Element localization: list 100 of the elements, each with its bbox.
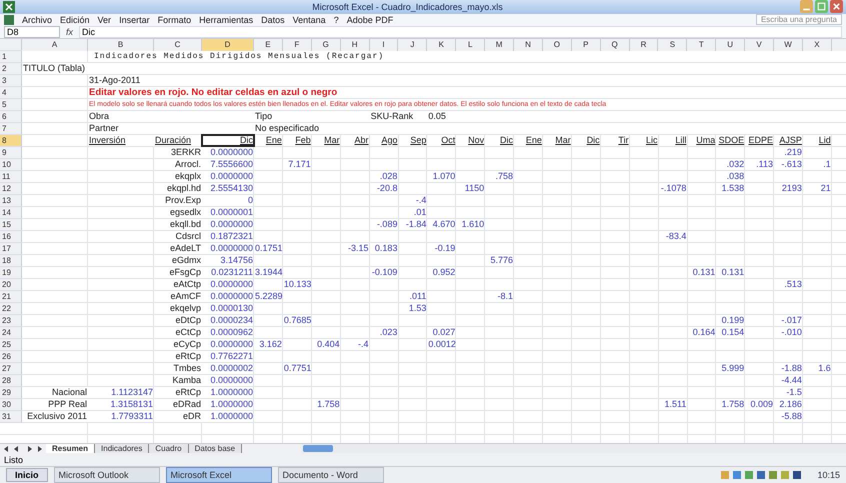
table-cell-text: .01	[412, 206, 428, 218]
table-cell: 0.0012	[427, 338, 456, 350]
row-header[interactable]: 7	[0, 122, 22, 135]
menu-item[interactable]: Archivo	[22, 14, 52, 25]
function-label[interactable]: fx	[66, 26, 74, 37]
table-cell-text: -4.44	[780, 374, 803, 386]
menu-item[interactable]: ?	[334, 14, 339, 25]
table-cell-text: 0.183	[374, 242, 398, 254]
row-header[interactable]: 15	[0, 218, 22, 231]
workbook-icon[interactable]	[4, 14, 14, 25]
table-cell-text: 0.0000234	[209, 314, 254, 326]
menu-item[interactable]: Datos	[261, 14, 285, 25]
row-header[interactable]: 24	[0, 326, 22, 339]
table-cell-text: 0.164	[692, 326, 716, 338]
menu-item[interactable]: Edición	[60, 14, 90, 25]
menu-item[interactable]: Adobe PDF	[346, 14, 394, 25]
row-header[interactable]: 18	[0, 254, 22, 267]
row-header[interactable]: 9	[0, 146, 22, 159]
table-cell-text: -8.1	[496, 290, 514, 302]
table-cell-text: -.1078	[660, 182, 688, 194]
table-cell-text: 1.538	[720, 182, 746, 194]
menu-item[interactable]: Herramientas	[199, 14, 254, 25]
row-header[interactable]: 3	[0, 74, 22, 87]
row-header[interactable]: 21	[0, 290, 22, 303]
row-header[interactable]: 4	[0, 86, 22, 99]
table-cell: 3.1944	[254, 266, 283, 278]
close-icon[interactable]	[830, 0, 843, 14]
formula-field[interactable]: Dic	[79, 26, 842, 38]
table-cell-text: -0.109	[370, 266, 398, 278]
start-button[interactable]: Inicio	[6, 468, 48, 482]
table-cell-text: 1.758	[316, 398, 341, 410]
table-cell-text: Sep	[409, 134, 428, 146]
table-cell-text: -20.8	[376, 182, 398, 194]
row-header[interactable]: 10	[0, 158, 22, 171]
table-cell-text: 7.5556600	[209, 158, 254, 170]
taskbar-button[interactable]: Microsoft Excel	[166, 467, 272, 483]
taskbar-button[interactable]: Microsoft Outlook	[54, 467, 160, 483]
window-title: Microsoft Excel - Cuadro_Indicadores_mayo.xls	[311, 2, 504, 12]
table-cell-text: 0.0000001	[209, 206, 254, 218]
menu-item[interactable]: Ventana	[292, 14, 326, 25]
table-cell-text: -1.5	[785, 386, 803, 398]
menu-item[interactable]: Insertar	[119, 14, 150, 25]
row-header[interactable]: 6	[0, 110, 22, 123]
table-cell-text: 5.776	[489, 254, 514, 266]
table-cell: Indicadores Medidos Dirigidos Mensuales (Recargar)	[88, 50, 832, 62]
menu-item[interactable]: Ver	[98, 14, 112, 25]
row-header[interactable]: 14	[0, 206, 22, 219]
row-header[interactable]: 30	[0, 398, 22, 411]
row-header[interactable]: 13	[0, 194, 22, 207]
table-cell-text: Uma	[695, 134, 716, 146]
minimize-icon[interactable]	[800, 0, 813, 14]
sheet-tab[interactable]: Datos base	[188, 444, 242, 454]
row-header[interactable]: 26	[0, 350, 22, 363]
horizontal-scrollbar[interactable]	[302, 444, 846, 454]
table-cell-text: Mar	[554, 134, 572, 146]
row-header[interactable]: 17	[0, 242, 22, 255]
row-header[interactable]: 22	[0, 302, 22, 315]
table-cell: Obra	[88, 110, 254, 122]
table-cell-text: .038	[726, 170, 746, 182]
table-cell-text: 0.009	[750, 398, 774, 410]
row-header[interactable]: 25	[0, 338, 22, 351]
sheet-tab[interactable]: Cuadro	[149, 444, 189, 454]
table-cell-text: -1.88	[780, 362, 803, 374]
row-header[interactable]: 11	[0, 170, 22, 183]
name-box[interactable]: D8	[4, 26, 60, 38]
row-header[interactable]: 19	[0, 266, 22, 279]
row-header[interactable]: 20	[0, 278, 22, 291]
row-header[interactable]: 2	[0, 62, 22, 75]
table-cell-text: .513	[783, 278, 803, 290]
table-cell-text: 0.0000000	[209, 374, 254, 386]
table-cell-text: Tir	[617, 134, 630, 146]
row-header[interactable]: 16	[0, 230, 22, 243]
table-cell-text: 1.070	[432, 170, 456, 182]
sheet-tab[interactable]: Resumen	[46, 444, 96, 454]
taskbar-button[interactable]: Documento - Word	[278, 467, 384, 483]
help-field[interactable]: Escriba una pregunta	[756, 14, 842, 26]
column-header[interactable]: A	[22, 38, 88, 51]
table-cell-text: 0.027	[432, 326, 456, 338]
row-header[interactable]: 31	[0, 410, 22, 423]
row-header[interactable]: 27	[0, 362, 22, 375]
maximize-icon[interactable]	[815, 0, 828, 14]
row-header[interactable]: 1	[0, 50, 22, 63]
row-header[interactable]: 23	[0, 314, 22, 327]
table-cell-text: 2193	[780, 182, 803, 194]
table-cell-text: 1.0000000	[209, 410, 254, 422]
table-cell-text: .758	[494, 170, 514, 182]
sheet-tab[interactable]: Indicadores	[95, 444, 150, 454]
row-header[interactable]: 8	[0, 134, 22, 147]
table-cell-text: Ene	[524, 134, 543, 146]
table-cell: Tipo	[254, 110, 370, 122]
column-header[interactable]: D	[202, 38, 254, 51]
row-header[interactable]: 5	[0, 98, 22, 111]
row-header[interactable]: 12	[0, 182, 22, 195]
table-cell-text: -3.15	[347, 242, 370, 254]
menu-item[interactable]: Formato	[158, 14, 192, 25]
table-cell-text: 1.53	[408, 302, 428, 314]
row-header[interactable]: 28	[0, 374, 22, 387]
row-header[interactable]: 29	[0, 386, 22, 399]
table-cell-text: 5.999	[720, 362, 746, 374]
table-cell-text: Oct	[440, 134, 456, 146]
